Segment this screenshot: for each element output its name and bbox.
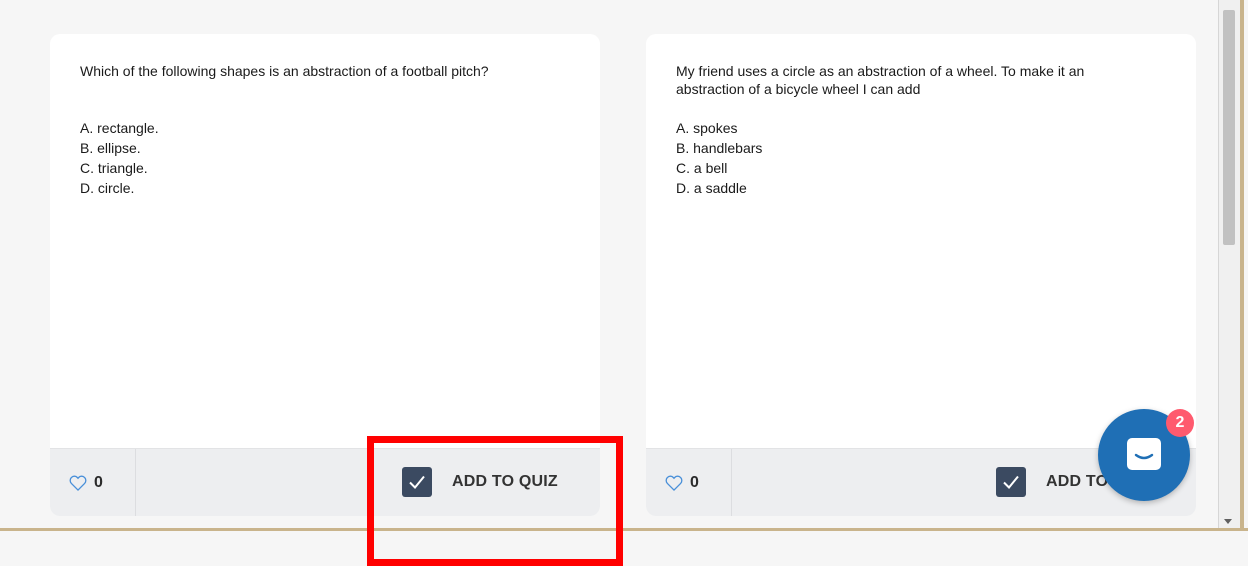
question-card-1: Which of the following shapes is an abst… bbox=[50, 34, 600, 516]
checkmark-icon bbox=[1003, 475, 1019, 489]
question-text: My friend uses a circle as an abstractio… bbox=[676, 63, 1085, 97]
window-frame-bottom bbox=[0, 528, 1248, 531]
option-b: B. ellipse. bbox=[80, 140, 141, 156]
option-a: A. rectangle. bbox=[80, 120, 159, 136]
option-b: B. handlebars bbox=[676, 140, 763, 156]
add-to-quiz-button[interactable]: ADD TO QUIZ bbox=[402, 463, 558, 501]
option-a: A. spokes bbox=[676, 120, 738, 136]
scrollbar-thumb[interactable] bbox=[1223, 10, 1235, 245]
option-c: C. triangle. bbox=[80, 160, 148, 176]
like-button[interactable]: 0 bbox=[50, 449, 136, 516]
chat-bubble-icon bbox=[1127, 438, 1161, 470]
like-button[interactable]: 0 bbox=[646, 449, 732, 516]
card-footer: 0 ADD TO QUIZ bbox=[50, 448, 600, 516]
option-d: D. circle. bbox=[80, 180, 135, 196]
checkmark-icon bbox=[409, 475, 425, 489]
content-viewport: Which of the following shapes is an abst… bbox=[0, 0, 1218, 528]
heart-icon bbox=[69, 475, 87, 491]
like-count: 0 bbox=[94, 473, 103, 491]
vertical-scrollbar[interactable] bbox=[1218, 0, 1241, 528]
add-checkbox[interactable] bbox=[402, 467, 432, 497]
add-to-quiz-label: ADD TO QUIZ bbox=[452, 473, 558, 490]
heart-icon bbox=[665, 475, 683, 491]
question-text: Which of the following shapes is an abst… bbox=[80, 63, 489, 79]
option-c: C. a bell bbox=[676, 160, 728, 176]
like-count: 0 bbox=[690, 473, 699, 491]
option-d: D. a saddle bbox=[676, 180, 747, 196]
options-list: A. rectangle. B. ellipse. C. triangle. D… bbox=[80, 118, 159, 198]
options-list: A. spokes B. handlebars C. a bell D. a s… bbox=[676, 118, 762, 198]
window-frame-right bbox=[1240, 0, 1244, 531]
scroll-down-arrow-icon[interactable] bbox=[1224, 519, 1232, 524]
add-checkbox[interactable] bbox=[996, 467, 1026, 497]
chat-notification-badge: 2 bbox=[1166, 409, 1194, 437]
